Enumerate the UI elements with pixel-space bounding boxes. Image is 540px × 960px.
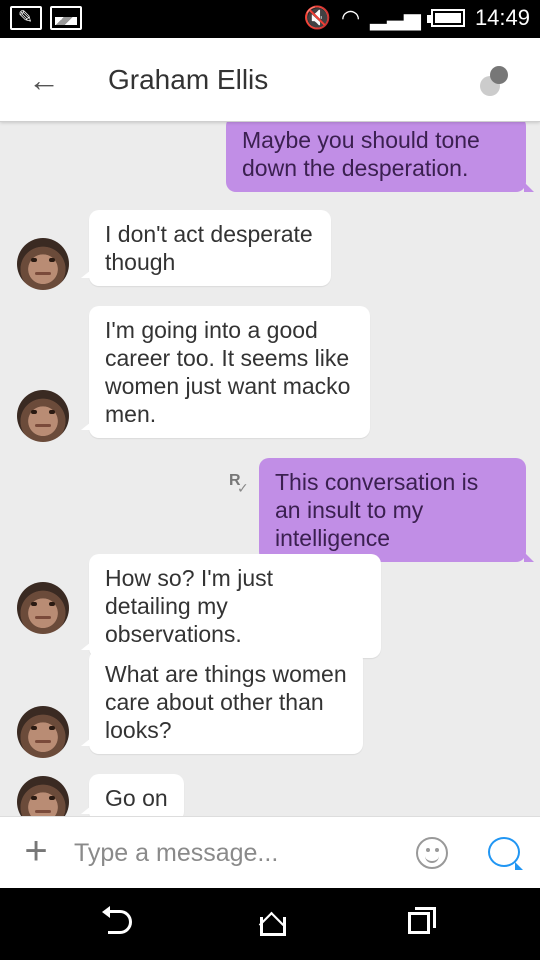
system-nav-bar [0,888,540,960]
plus-icon[interactable]: + [18,831,54,871]
read-receipt-icon: R ✓ [229,472,249,496]
contact-avatar[interactable] [17,776,69,816]
nav-back-icon[interactable] [102,906,132,934]
contact-avatar[interactable] [17,238,69,290]
smiley-icon[interactable] [416,837,448,869]
nav-recents-icon[interactable] [408,907,436,934]
status-time: 14:49 [474,5,530,30]
message-incoming[interactable]: How so? I'm just detailing my observatio… [81,554,381,658]
arrow-left-icon[interactable]: ← [24,60,64,100]
message-incoming[interactable]: Go on [81,774,184,816]
message-composer: + [0,816,540,888]
overflow-menu-icon[interactable] [480,66,512,98]
message-outgoing[interactable]: Maybe you should tone down the desperati… [226,122,534,192]
message-incoming[interactable]: I'm going into a good career too. It see… [81,306,370,438]
contact-avatar[interactable] [17,706,69,758]
chat-bubble-icon[interactable] [488,837,523,870]
notes-icon [10,6,42,30]
signal-icon: ▂▃▅ [370,5,421,30]
nav-home-icon[interactable] [258,908,286,936]
contact-name: Graham Ellis [108,64,269,95]
status-bar: 🔇 ◠ ▂▃▅ 14:49 [0,0,540,38]
message-outgoing[interactable]: This conversation is an insult to my int… [259,458,534,562]
image-icon [50,6,82,30]
message-incoming[interactable]: I don't act desperate though [81,210,331,286]
mute-icon: 🔇 [303,5,331,30]
app-bar: ← Graham Ellis [0,38,540,122]
conversation[interactable]: Maybe you should tone down the desperati… [0,122,540,816]
message-input[interactable] [74,835,394,871]
contact-avatar[interactable] [17,390,69,442]
message-incoming[interactable]: What are things women care about other t… [81,650,363,754]
battery-icon [426,9,465,27]
contact-avatar[interactable] [17,582,69,634]
wifi-icon: ◠ [340,5,361,30]
